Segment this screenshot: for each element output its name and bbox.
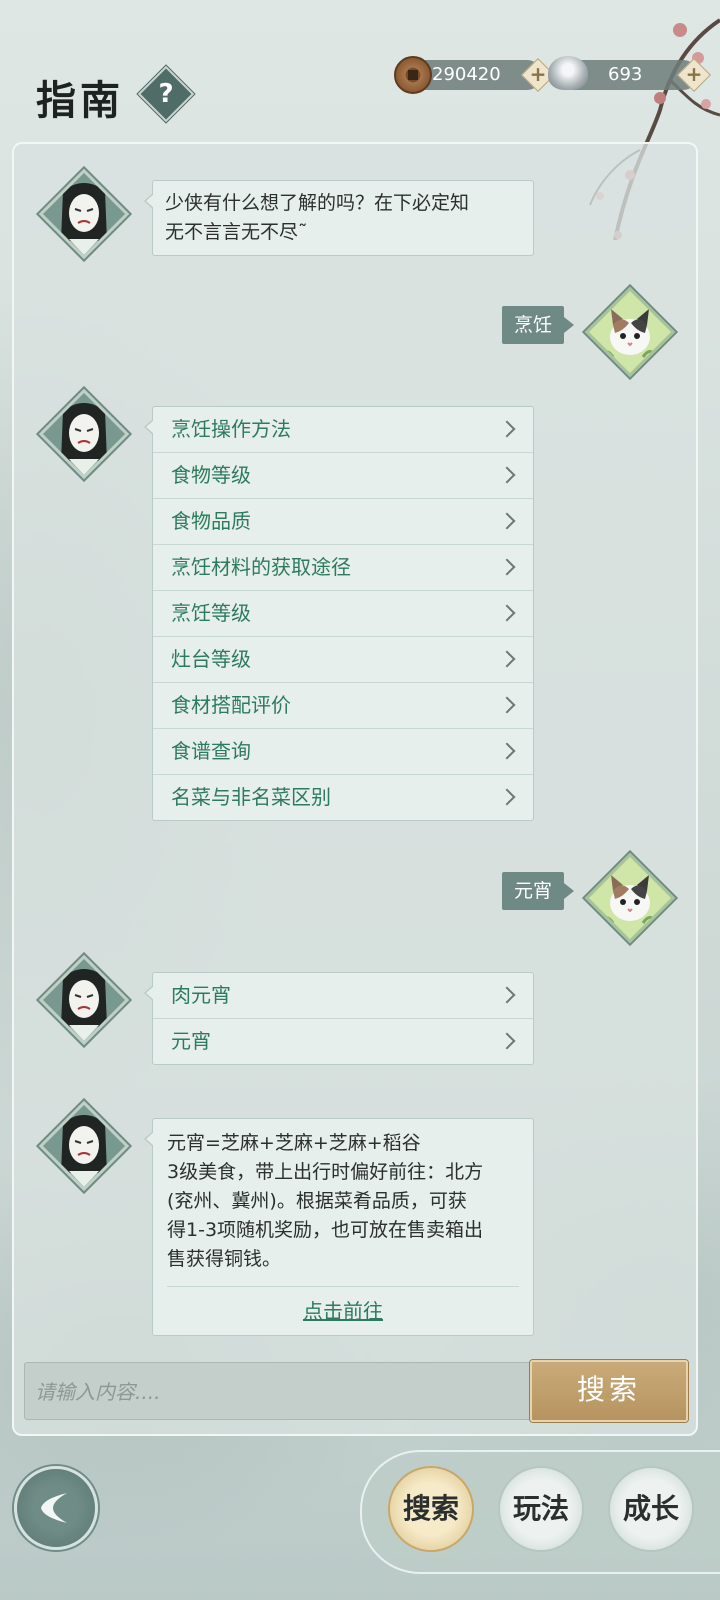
search-bar (24, 1362, 534, 1421)
back-arrow-icon (41, 1493, 67, 1523)
chevron-right-icon (498, 604, 516, 622)
chevron-right-icon (498, 650, 516, 668)
result-menu: 肉元宵 元宵 (144, 972, 534, 1065)
chevron-right-icon (498, 696, 516, 714)
search-input[interactable] (25, 1363, 527, 1421)
copper-coin-icon (394, 56, 432, 94)
topic-item[interactable]: 食谱查询 (153, 729, 533, 775)
npc-greeting-bubble: 少侠有什么想了解的吗？在下必定知 无不言言无不尽˜ (144, 180, 534, 256)
result-item[interactable]: 元宵 (153, 1019, 533, 1064)
topic-item[interactable]: 烹饪等级 (153, 591, 533, 637)
npc-avatar (38, 1100, 130, 1192)
user-query-tag: 烹饪 (502, 306, 575, 344)
topic-label: 灶台等级 (171, 647, 251, 671)
search-button[interactable]: 搜索 (530, 1360, 688, 1422)
result-label: 肉元宵 (171, 983, 231, 1007)
silver-balance: 693 + (548, 56, 711, 92)
chevron-right-icon (498, 466, 516, 484)
npc-avatar (38, 388, 130, 480)
topic-item[interactable]: 食物品质 (153, 499, 533, 545)
chevron-right-icon (498, 558, 516, 576)
topic-item[interactable]: 名菜与非名菜区别 (153, 775, 533, 820)
masked-npc-icon (61, 403, 107, 475)
info-line: 得1-3项随机奖励，也可放在售卖箱出 (167, 1219, 484, 1241)
topic-menu: 烹饪操作方法 食物等级 食物品质 烹饪材料的获取途径 烹饪等级 灶台等级 食材搭… (144, 406, 534, 821)
topic-label: 烹饪等级 (171, 601, 251, 625)
topic-label: 食材搭配评价 (171, 693, 291, 717)
topic-item[interactable]: 食材搭配评价 (153, 683, 533, 729)
topic-label: 食谱查询 (171, 739, 251, 763)
nav-growth-button[interactable]: 成长 (608, 1466, 694, 1552)
info-line: 售获得铜钱。 (167, 1248, 282, 1270)
masked-npc-icon (61, 1115, 107, 1187)
result-label: 元宵 (171, 1029, 211, 1053)
chevron-right-icon (498, 986, 516, 1004)
info-line: 元宵=芝麻+芝麻+芝麻+稻谷 (167, 1132, 421, 1154)
masked-npc-icon (61, 969, 107, 1041)
chat-panel[interactable]: 少侠有什么想了解的吗？在下必定知 无不言言无不尽˜ 烹饪 烹饪操作方法 食物等级… (12, 142, 698, 1436)
user-query-tag: 元宵 (502, 872, 575, 910)
chevron-right-icon (498, 742, 516, 760)
topic-label: 烹饪操作方法 (171, 417, 291, 441)
masked-npc-icon (61, 183, 107, 255)
recipe-info-bubble: 元宵=芝麻+芝麻+芝麻+稻谷 3级美食，带上出行时偏好前往：北方 (兖州、冀州)… (144, 1118, 534, 1336)
result-item[interactable]: 肉元宵 (153, 973, 533, 1019)
greeting-line: 少侠有什么想了解的吗？在下必定知 (165, 192, 470, 214)
topic-label: 名菜与非名菜区别 (171, 785, 331, 809)
back-button[interactable] (14, 1466, 98, 1550)
nav-search-button[interactable]: 搜索 (388, 1466, 474, 1552)
topic-item[interactable]: 灶台等级 (153, 637, 533, 683)
silver-ingot-icon (548, 56, 588, 90)
plus-icon: + (529, 62, 547, 86)
cat-avatar (584, 852, 676, 944)
npc-avatar (38, 168, 130, 260)
greeting-line: 无不言言无不尽˜ (165, 221, 308, 243)
chevron-right-icon (498, 1032, 516, 1050)
goto-link[interactable]: 点击前往 (153, 1287, 533, 1335)
coin-value: 290420 (432, 64, 501, 85)
silver-value: 693 (608, 64, 643, 85)
nav-gameplay-button[interactable]: 玩法 (498, 1466, 584, 1552)
topic-label: 烹饪材料的获取途径 (171, 555, 351, 579)
coin-balance: 290420 + (394, 56, 555, 94)
cat-avatar (584, 286, 676, 378)
question-icon: ? (158, 79, 174, 109)
topic-item[interactable]: 烹饪材料的获取途径 (153, 545, 533, 591)
page-title: 指南 (36, 77, 124, 124)
cat-icon (595, 309, 659, 360)
info-line: 3级美食，带上出行时偏好前往：北方 (167, 1161, 484, 1183)
cat-icon (595, 875, 659, 926)
npc-avatar (38, 954, 130, 1046)
chevron-right-icon (498, 420, 516, 438)
info-line: (兖州、冀州)。根据菜肴品质，可获 (167, 1190, 467, 1212)
topic-label: 食物等级 (171, 463, 251, 487)
chevron-right-icon (498, 788, 516, 806)
topic-item[interactable]: 食物等级 (153, 453, 533, 499)
topic-item[interactable]: 烹饪操作方法 (153, 407, 533, 453)
topic-label: 食物品质 (171, 509, 251, 533)
chevron-right-icon (498, 512, 516, 530)
plus-icon: + (685, 62, 703, 86)
